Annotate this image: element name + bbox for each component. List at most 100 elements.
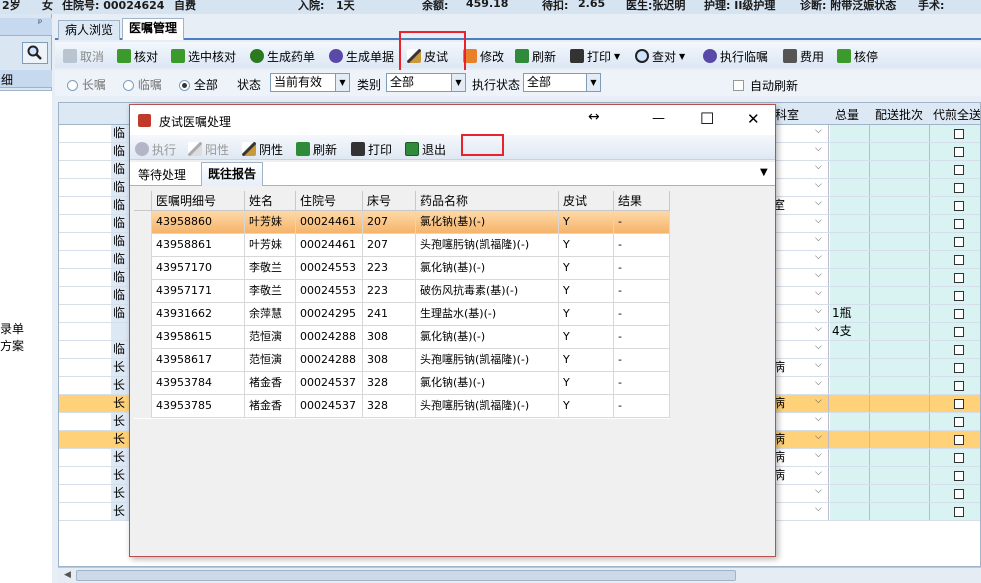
- chevron-down-icon[interactable]: ⌵: [815, 288, 822, 298]
- check-query-button[interactable]: 查对 ▼: [635, 46, 685, 66]
- pin-icon[interactable]: ᵖ: [38, 18, 42, 29]
- skin-test-row[interactable]: 43958617 范恒演 00024288 308 头孢噻肟钠(凯福隆)(-) Y -: [134, 349, 670, 372]
- status-select[interactable]: 当前有效 ▼: [270, 73, 350, 92]
- chevron-down-icon[interactable]: ⌵: [815, 324, 822, 334]
- fee-button[interactable]: 费用: [783, 46, 824, 66]
- skin-test-row[interactable]: 43931662 余萍慧 00024295 241 生理盐水(基)(-) Y -: [134, 303, 670, 326]
- row-selector[interactable]: [134, 257, 152, 280]
- exec-status-select[interactable]: 全部 ▼: [523, 73, 601, 92]
- stop-verify-button[interactable]: 核停: [837, 46, 878, 66]
- generate-drug-list-button[interactable]: 生成药单: [250, 46, 315, 66]
- tab-dropdown-icon[interactable]: ▼: [760, 167, 768, 178]
- chevron-down-icon[interactable]: ⌵: [815, 270, 822, 280]
- decoct-checkbox[interactable]: [954, 417, 964, 427]
- generate-document-button[interactable]: 生成单据: [329, 46, 394, 66]
- skin-test-row[interactable]: 43957170 李敬兰 00024553 223 氯化钠(基)(-) Y -: [134, 257, 670, 280]
- edit-button[interactable]: 修改: [463, 46, 504, 66]
- decoct-checkbox[interactable]: [954, 183, 964, 193]
- row-selector[interactable]: [134, 326, 152, 349]
- chevron-down-icon[interactable]: ⌵: [815, 180, 822, 190]
- chevron-down-icon[interactable]: ⌵: [815, 414, 822, 424]
- decoct-checkbox[interactable]: [954, 309, 964, 319]
- close-button[interactable]: ✕: [747, 110, 760, 128]
- exit-button[interactable]: 退出: [405, 139, 446, 159]
- chevron-down-icon[interactable]: ⌵: [815, 504, 822, 514]
- decoct-checkbox[interactable]: [954, 471, 964, 481]
- skin-test-table[interactable]: 医嘱明细号 姓名 住院号 床号 药品名称 皮试 结果 43958860 叶芳妹 00…: [134, 191, 670, 419]
- row-selector[interactable]: [134, 234, 152, 257]
- horizontal-scrollbar[interactable]: ◀: [58, 567, 981, 583]
- decoct-checkbox[interactable]: [954, 435, 964, 445]
- search-button[interactable]: [22, 42, 48, 64]
- chevron-down-icon[interactable]: ⌵: [815, 342, 822, 352]
- positive-button[interactable]: 阳性: [188, 139, 229, 159]
- row-selector[interactable]: [134, 349, 152, 372]
- chevron-down-icon[interactable]: ⌵: [815, 216, 822, 226]
- skin-test-row[interactable]: 43958860 叶芳妹 00024461 207 氯化钠(基)(-) Y -: [134, 211, 670, 234]
- verify-selected-button[interactable]: 选中核对: [171, 46, 236, 66]
- chevron-down-icon[interactable]: ⌵: [815, 306, 822, 316]
- decoct-checkbox[interactable]: [954, 291, 964, 301]
- auto-refresh-checkbox[interactable]: 自动刷新: [733, 77, 798, 94]
- decoct-checkbox[interactable]: [954, 507, 964, 517]
- skin-test-row[interactable]: 43958861 叶芳妹 00024461 207 头孢噻肟钠(凯福隆)(-) Y -: [134, 234, 670, 257]
- decoct-checkbox[interactable]: [954, 399, 964, 409]
- chevron-down-icon[interactable]: ⌵: [815, 432, 822, 442]
- skin-test-row[interactable]: 43957171 李敬兰 00024553 223 破伤风抗毒素(基)(-) Y -: [134, 280, 670, 303]
- decoct-checkbox[interactable]: [954, 255, 964, 265]
- category-select[interactable]: 全部 ▼: [386, 73, 466, 92]
- decoct-checkbox[interactable]: [954, 345, 964, 355]
- left-list[interactable]: 录单 方案: [0, 90, 52, 583]
- chevron-down-icon[interactable]: ⌵: [815, 450, 822, 460]
- negative-button[interactable]: 阴性: [242, 139, 283, 159]
- refresh-button[interactable]: 刷新: [515, 46, 556, 66]
- chevron-down-icon[interactable]: ⌵: [815, 486, 822, 496]
- scroll-left-icon[interactable]: ◀: [64, 570, 71, 580]
- decoct-checkbox[interactable]: [954, 147, 964, 157]
- decoct-checkbox[interactable]: [954, 363, 964, 373]
- row-selector[interactable]: [134, 280, 152, 303]
- dialog-print-button[interactable]: 打印: [351, 139, 392, 159]
- chevron-down-icon[interactable]: ⌵: [815, 234, 822, 244]
- tab-pending[interactable]: 等待处理: [134, 166, 190, 186]
- chevron-down-icon[interactable]: ▼: [679, 52, 685, 61]
- print-button[interactable]: 打印 ▼: [570, 46, 620, 66]
- decoct-checkbox[interactable]: [954, 453, 964, 463]
- row-selector[interactable]: [134, 372, 152, 395]
- execute-temp-order-button[interactable]: 执行临嘱: [703, 46, 768, 66]
- skin-test-row[interactable]: 43958615 范恒演 00024288 308 氯化钠(基)(-) Y -: [134, 326, 670, 349]
- skin-test-row[interactable]: 43953785 褚金香 00024537 328 头孢噻肟钠(凯福隆)(-) Y -: [134, 395, 670, 418]
- decoct-checkbox[interactable]: [954, 219, 964, 229]
- chevron-down-icon[interactable]: ⌵: [815, 378, 822, 388]
- chevron-down-icon[interactable]: ⌵: [815, 360, 822, 370]
- row-selector[interactable]: [134, 303, 152, 326]
- decoct-checkbox[interactable]: [954, 489, 964, 499]
- chevron-down-icon[interactable]: ⌵: [815, 144, 822, 154]
- skin-test-row[interactable]: 43953784 褚金香 00024537 328 氯化钠(基)(-) Y -: [134, 372, 670, 395]
- decoct-checkbox[interactable]: [954, 165, 964, 175]
- row-selector[interactable]: [134, 395, 152, 418]
- decoct-checkbox[interactable]: [954, 327, 964, 337]
- scrollbar-thumb[interactable]: [76, 570, 736, 581]
- tab-past-reports[interactable]: 既往报告: [201, 162, 264, 186]
- dialog-titlebar[interactable]: 皮试医嘱处理 ↔ — ☐ ✕: [130, 105, 775, 135]
- decoct-checkbox[interactable]: [954, 201, 964, 211]
- chevron-down-icon[interactable]: ⌵: [815, 468, 822, 478]
- decoct-checkbox[interactable]: [954, 129, 964, 139]
- radio-temp-order[interactable]: 临嘱: [123, 76, 162, 93]
- maximize-button[interactable]: ☐: [700, 109, 714, 128]
- dialog-refresh-button[interactable]: 刷新: [296, 139, 337, 159]
- decoct-checkbox[interactable]: [954, 237, 964, 247]
- minimize-button[interactable]: —: [652, 111, 665, 126]
- verify-button[interactable]: 核对: [117, 46, 158, 66]
- tab-patient-browse[interactable]: 病人浏览: [58, 20, 121, 40]
- chevron-down-icon[interactable]: ⌵: [815, 126, 822, 136]
- decoct-checkbox[interactable]: [954, 273, 964, 283]
- execute-button[interactable]: 执行: [135, 139, 176, 159]
- chevron-down-icon[interactable]: ⌵: [815, 162, 822, 172]
- decoct-checkbox[interactable]: [954, 381, 964, 391]
- chevron-down-icon[interactable]: ▼: [614, 52, 620, 61]
- radio-all[interactable]: 全部: [179, 76, 218, 93]
- chevron-down-icon[interactable]: ⌵: [815, 396, 822, 406]
- chevron-down-icon[interactable]: ⌵: [815, 252, 822, 262]
